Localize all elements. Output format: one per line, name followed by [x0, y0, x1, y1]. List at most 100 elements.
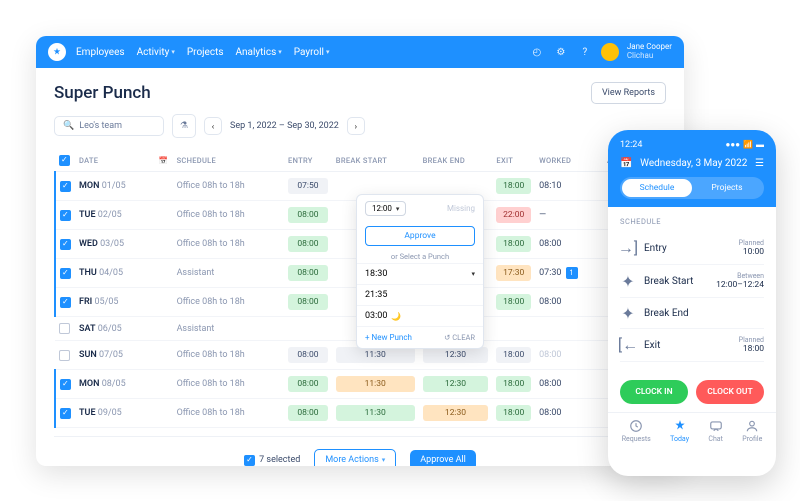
punch-option[interactable]: 03:00🌙	[357, 305, 483, 326]
time-cell[interactable]: 18:00	[496, 347, 531, 363]
schedule-item[interactable]: ✦ Break Start Between12:00–12:24	[620, 265, 764, 298]
time-cell[interactable]: 08:00	[288, 294, 328, 310]
gear-icon[interactable]: ⚙	[553, 44, 569, 60]
row-checkbox[interactable]	[60, 297, 71, 308]
nav-employees[interactable]: Employees	[76, 47, 125, 58]
select-all-checkbox[interactable]	[59, 155, 70, 166]
date-next[interactable]: ›	[347, 117, 365, 135]
exit-icon: [←	[620, 337, 636, 353]
tab-projects[interactable]: Projects	[692, 179, 762, 197]
new-punch-button[interactable]: + New Punch	[365, 333, 412, 342]
row-checkbox[interactable]	[60, 268, 71, 279]
bulk-actions: 7 selected More Actions▾ Approve All	[54, 436, 666, 466]
row-checkbox[interactable]	[59, 323, 70, 334]
note-badge[interactable]: 1	[566, 267, 578, 279]
phone-time: 12:24	[620, 140, 642, 150]
punch-option[interactable]: 18:30▾	[357, 263, 483, 284]
punch-popover: 12:00▾ Missing Approve or Select a Punch…	[356, 194, 484, 349]
calendar-icon[interactable]: 📅	[620, 158, 632, 169]
punch-option[interactable]: 21:35	[357, 284, 483, 305]
more-actions-button[interactable]: More Actions▾	[314, 449, 396, 466]
nav-activity[interactable]: Activity▾	[137, 47, 175, 58]
avatar[interactable]	[601, 43, 619, 61]
selected-indicator	[244, 455, 255, 466]
time-cell[interactable]: 08:00	[288, 347, 328, 363]
row-checkbox[interactable]	[60, 181, 71, 192]
nav-analytics[interactable]: Analytics▾	[236, 47, 282, 58]
search-input[interactable]: 🔍Leo's team	[54, 116, 164, 136]
nav-links: Employees Activity▾ Projects Analytics▾ …	[76, 47, 529, 58]
schedule-item[interactable]: [← Exit Planned18:00	[620, 329, 764, 362]
calendar-icon: 📅	[159, 156, 169, 165]
nav-payroll[interactable]: Payroll▾	[294, 47, 330, 58]
missing-label: Missing	[447, 204, 475, 213]
nav-today[interactable]: Today	[670, 419, 689, 443]
clear-button[interactable]: ↺ CLEAR	[444, 333, 475, 342]
time-cell[interactable]: 11:30	[336, 347, 415, 363]
table-row: MON 08/05 Office 08h to 18h 08:00 11:30 …	[55, 370, 666, 399]
time-cell[interactable]: 08:00	[288, 405, 328, 421]
status-icons: ●●●📶▬	[726, 140, 764, 150]
date-range[interactable]: Sep 1, 2022 – Sep 30, 2022	[230, 121, 339, 131]
funnel-icon: ⚗	[180, 121, 188, 131]
tab-schedule[interactable]: Schedule	[622, 179, 692, 197]
row-checkbox[interactable]	[60, 379, 71, 390]
time-cell[interactable]: 11:30	[336, 376, 415, 392]
row-checkbox[interactable]	[59, 350, 70, 361]
filter-button[interactable]: ⚗	[172, 114, 196, 138]
entry-icon: →]	[620, 240, 636, 256]
chevron-down-icon: ▾	[326, 48, 330, 56]
phone-tabs: Schedule Projects	[620, 177, 764, 199]
phone-bottom-nav: Requests Today Chat Profile	[608, 412, 776, 449]
time-cell[interactable]: 11:30	[336, 405, 415, 421]
time-select[interactable]: 12:00▾	[365, 201, 406, 216]
time-cell[interactable]: 18:00	[496, 376, 531, 392]
phone-date: Wednesday, 3 May 2022	[640, 158, 747, 169]
user-info: Jane Cooper Clichau	[627, 43, 672, 61]
desktop-window: Employees Activity▾ Projects Analytics▾ …	[36, 36, 684, 466]
nav-projects[interactable]: Projects	[187, 47, 224, 58]
break-icon: ✦	[620, 305, 636, 321]
section-label: SCHEDULE	[620, 217, 764, 226]
time-cell[interactable]: 18:00	[496, 405, 531, 421]
nav-profile[interactable]: Profile	[742, 419, 762, 443]
time-cell[interactable]: 22:00	[496, 207, 531, 223]
time-cell[interactable]: 08:00	[288, 236, 328, 252]
time-cell[interactable]: 18:00	[496, 294, 531, 310]
nav-requests[interactable]: Requests	[622, 419, 651, 443]
clock-out-button[interactable]: CLOCK OUT	[696, 380, 764, 404]
or-select-label: or Select a Punch	[357, 250, 483, 263]
app-logo[interactable]	[48, 43, 66, 61]
nav-chat[interactable]: Chat	[708, 419, 723, 443]
approve-all-button[interactable]: Approve All	[410, 450, 476, 466]
time-cell[interactable]: 07:50	[288, 178, 328, 194]
time-cell[interactable]: 12:30	[423, 347, 489, 363]
time-cell[interactable]: 08:00	[288, 265, 328, 281]
menu-icon[interactable]: ☰	[755, 158, 764, 169]
clock-in-button[interactable]: CLOCK IN	[620, 380, 688, 404]
chevron-down-icon: ▾	[278, 48, 282, 56]
help-icon[interactable]: ?	[577, 44, 593, 60]
time-cell[interactable]: 18:00	[496, 236, 531, 252]
row-checkbox[interactable]	[60, 239, 71, 250]
time-cell[interactable]: 18:00	[496, 178, 531, 194]
break-icon: ✦	[620, 273, 636, 289]
time-cell[interactable]: 12:30	[423, 405, 489, 421]
time-cell[interactable]: 08:00	[288, 207, 328, 223]
time-cell[interactable]: 12:30	[423, 376, 489, 392]
timer-icon[interactable]: ◴	[529, 44, 545, 60]
row-checkbox[interactable]	[60, 408, 71, 419]
schedule-item[interactable]: ✦ Break End	[620, 298, 764, 329]
moon-icon: 🌙	[391, 312, 401, 321]
view-reports-button[interactable]: View Reports	[591, 82, 666, 104]
row-checkbox[interactable]	[60, 210, 71, 221]
time-cell[interactable]: 08:00	[288, 376, 328, 392]
table-row: TUE 09/05 Office 08h to 18h 08:00 11:30 …	[55, 399, 666, 428]
mobile-preview: 12:24 ●●●📶▬ 📅 Wednesday, 3 May 2022 ☰ Sc…	[608, 130, 776, 476]
approve-button[interactable]: Approve	[365, 226, 475, 246]
schedule-item[interactable]: →] Entry Planned10:00	[620, 232, 764, 265]
chevron-down-icon: ▾	[171, 48, 175, 56]
search-icon: 🔍	[63, 121, 74, 131]
date-prev[interactable]: ‹	[204, 117, 222, 135]
time-cell[interactable]: 17:30	[496, 265, 531, 281]
